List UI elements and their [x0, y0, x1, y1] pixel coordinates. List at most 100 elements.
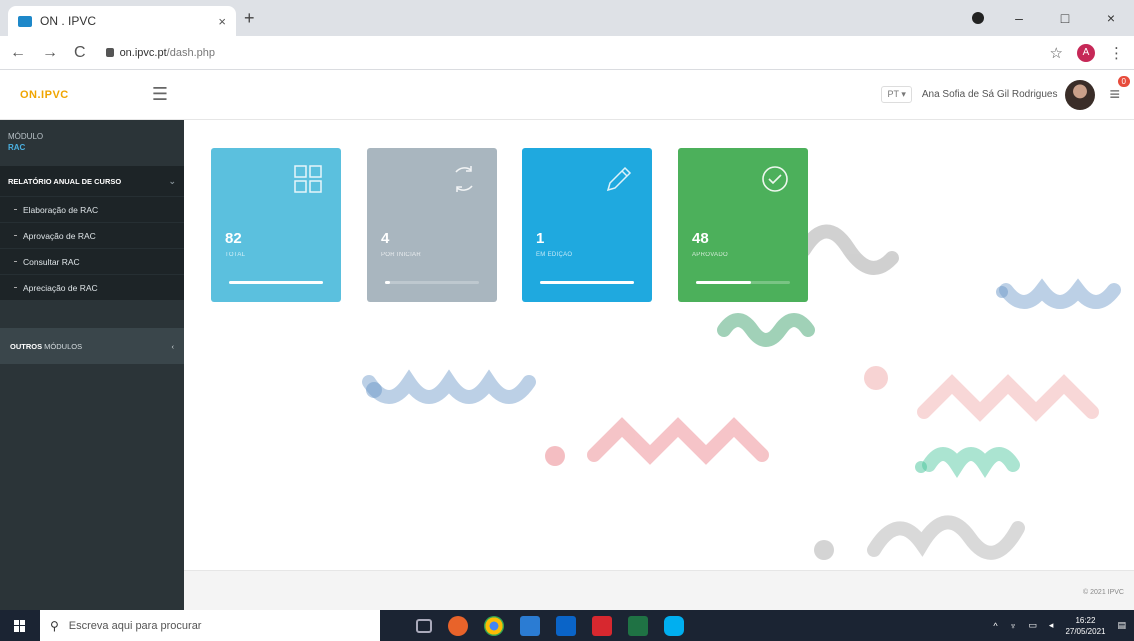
skype-icon[interactable] — [664, 615, 684, 636]
dashboard-main: 82 TOTAL 4 POR INICIAR 1 EM EDIÇÃO 48 AP… — [184, 120, 1134, 570]
word-icon[interactable] — [520, 615, 540, 636]
sidebar: MÓDULO RAC RELATÓRIO ANUAL DE CURSO ⌄ El… — [0, 120, 184, 610]
bullet-icon — [14, 261, 17, 262]
chevron-up-icon[interactable]: ^ — [993, 621, 997, 631]
notification-center-icon[interactable]: ▤ — [1117, 620, 1126, 631]
stat-progress-fill — [385, 281, 390, 284]
excel-icon[interactable] — [628, 615, 648, 636]
minimize-button[interactable]: – — [996, 10, 1042, 26]
module-name: RAC — [8, 143, 26, 152]
back-button[interactable]: ← — [10, 44, 26, 62]
bullet-icon — [14, 287, 17, 288]
app-header: ON.IPVC ☰ PT ▾ Ana Sofia de Sá Gil Rodri… — [0, 70, 1134, 120]
sidebar-item-label: Consultar RAC — [23, 256, 80, 267]
windows-logo-icon — [14, 619, 26, 632]
taskbar-search-placeholder: Escreva aqui para procurar — [68, 619, 202, 632]
url-domain: on.ipvc.pt — [119, 46, 167, 59]
copyright-text: © 2021 IPVC — [1083, 589, 1124, 596]
stat-progress-bar — [229, 281, 323, 284]
stat-progress-fill — [696, 281, 752, 284]
network-icon[interactable]: ♆ — [1010, 621, 1017, 631]
url-input[interactable]: on.ipvc.pt/dash.php — [105, 41, 1050, 65]
stat-progress-bar — [696, 281, 790, 284]
user-name[interactable]: Ana Sofia de Sá Gil Rodrigues — [922, 89, 1058, 100]
browser-menu-icon[interactable]: ⋮ — [1109, 44, 1124, 62]
taskbar-search-input[interactable]: ⚲ Escreva aqui para procurar — [40, 610, 380, 641]
stat-label: EM EDIÇÃO — [536, 252, 573, 258]
sidebar-section-other-modules[interactable]: OUTROS MÓDULOS ‹ — [0, 328, 184, 364]
stat-label: POR INICIAR — [381, 252, 421, 258]
sidebar-item-elaboracao[interactable]: Elaboração de RAC — [0, 196, 184, 222]
url-path: /dash.php — [166, 46, 215, 59]
language-select[interactable]: PT ▾ — [881, 86, 912, 103]
account-avatar[interactable]: A — [1077, 43, 1095, 62]
sidebar-item-label: Apreciação de RAC — [23, 282, 98, 293]
user-avatar[interactable] — [1065, 79, 1096, 110]
acrobat-icon[interactable] — [592, 615, 612, 636]
sidebar-section-rac[interactable]: RELATÓRIO ANUAL DE CURSO ⌄ — [0, 166, 184, 196]
hamburger-menu-icon[interactable]: ☰ — [152, 84, 168, 105]
browser-tab-bar: ON . IPVC × + – □ × — [0, 0, 1134, 36]
lock-icon — [105, 48, 114, 57]
favicon-icon — [18, 15, 32, 27]
forward-button[interactable]: → — [42, 44, 58, 62]
module-label: MÓDULO — [8, 132, 44, 141]
volume-icon[interactable]: ◂ — [1049, 620, 1054, 631]
clock-date: 27/05/2021 — [1065, 626, 1106, 636]
notifications-badge: 0 — [1117, 76, 1130, 87]
bullet-icon — [14, 209, 17, 210]
chrome-icon[interactable] — [484, 615, 504, 636]
sidebar-item-label: Aprovação de RAC — [23, 230, 96, 241]
app-logo[interactable]: ON.IPVC — [20, 89, 69, 101]
maximize-button[interactable]: □ — [1042, 10, 1088, 26]
search-icon: ⚲ — [50, 618, 59, 633]
firefox-icon[interactable] — [448, 615, 468, 636]
check-circle-icon — [762, 166, 788, 192]
windows-start-button[interactable] — [0, 610, 40, 641]
tab-title: ON . IPVC — [40, 14, 97, 28]
stat-card-aprovado[interactable]: 48 APROVADO — [678, 148, 808, 302]
refresh-icon — [455, 166, 473, 192]
task-view-icon[interactable] — [416, 618, 432, 633]
new-tab-button[interactable]: + — [244, 8, 255, 29]
notifications-icon[interactable]: ≡ 0 — [1109, 76, 1130, 105]
bookmark-star-icon[interactable]: ☆ — [1050, 44, 1063, 62]
pencil-icon — [606, 166, 632, 192]
battery-icon[interactable]: ▭ — [1028, 620, 1037, 631]
stat-value: 82 — [225, 230, 242, 247]
stat-value: 4 — [381, 230, 390, 247]
stat-progress-bar — [540, 281, 634, 284]
browser-tab[interactable]: ON . IPVC × — [8, 6, 236, 36]
page-footer: © 2021 IPVC — [184, 570, 1134, 610]
stat-value: 48 — [692, 230, 709, 247]
clock-time: 16:22 — [1075, 615, 1096, 625]
stat-progress-fill — [229, 281, 323, 284]
system-tray: ^ ♆ ▭ ◂ 16:22 27/05/2021 ▤ — [993, 615, 1134, 637]
chevron-down-icon: ⌄ — [168, 175, 176, 186]
windows-taskbar: ⚲ Escreva aqui para procurar ^ ♆ ▭ ◂ 16:… — [0, 610, 1134, 641]
outlook-icon[interactable] — [556, 615, 576, 636]
stat-label: APROVADO — [692, 252, 728, 258]
taskbar-clock[interactable]: 16:22 27/05/2021 — [1065, 615, 1105, 637]
stat-progress-bar — [385, 281, 479, 284]
other-modules-bold: OUTROS — [10, 341, 43, 351]
reload-button[interactable]: C — [74, 44, 86, 62]
extension-icon[interactable] — [972, 12, 984, 24]
sidebar-item-label: Elaboração de RAC — [23, 204, 99, 215]
address-bar: ← → C on.ipvc.pt/dash.php ☆ A ⋮ — [0, 36, 1134, 70]
close-window-button[interactable]: × — [1088, 10, 1134, 26]
sidebar-module: MÓDULO RAC — [0, 120, 184, 166]
stat-card-total[interactable]: 82 TOTAL — [211, 148, 341, 302]
sidebar-item-consultar[interactable]: Consultar RAC — [0, 248, 184, 274]
sidebar-item-aprovacao[interactable]: Aprovação de RAC — [0, 222, 184, 248]
tab-close-icon[interactable]: × — [218, 14, 226, 29]
bullet-icon — [14, 235, 17, 236]
window-controls: – □ × — [996, 0, 1134, 36]
stat-card-em-edicao[interactable]: 1 EM EDIÇÃO — [522, 148, 652, 302]
stat-label: TOTAL — [225, 252, 246, 258]
sidebar-item-apreciacao[interactable]: Apreciação de RAC — [0, 274, 184, 300]
stat-value: 1 — [536, 230, 545, 247]
chevron-left-icon: ‹ — [171, 341, 175, 351]
stat-card-por-iniciar[interactable]: 4 POR INICIAR — [367, 148, 497, 302]
other-modules-rest: MÓDULOS — [42, 341, 83, 351]
